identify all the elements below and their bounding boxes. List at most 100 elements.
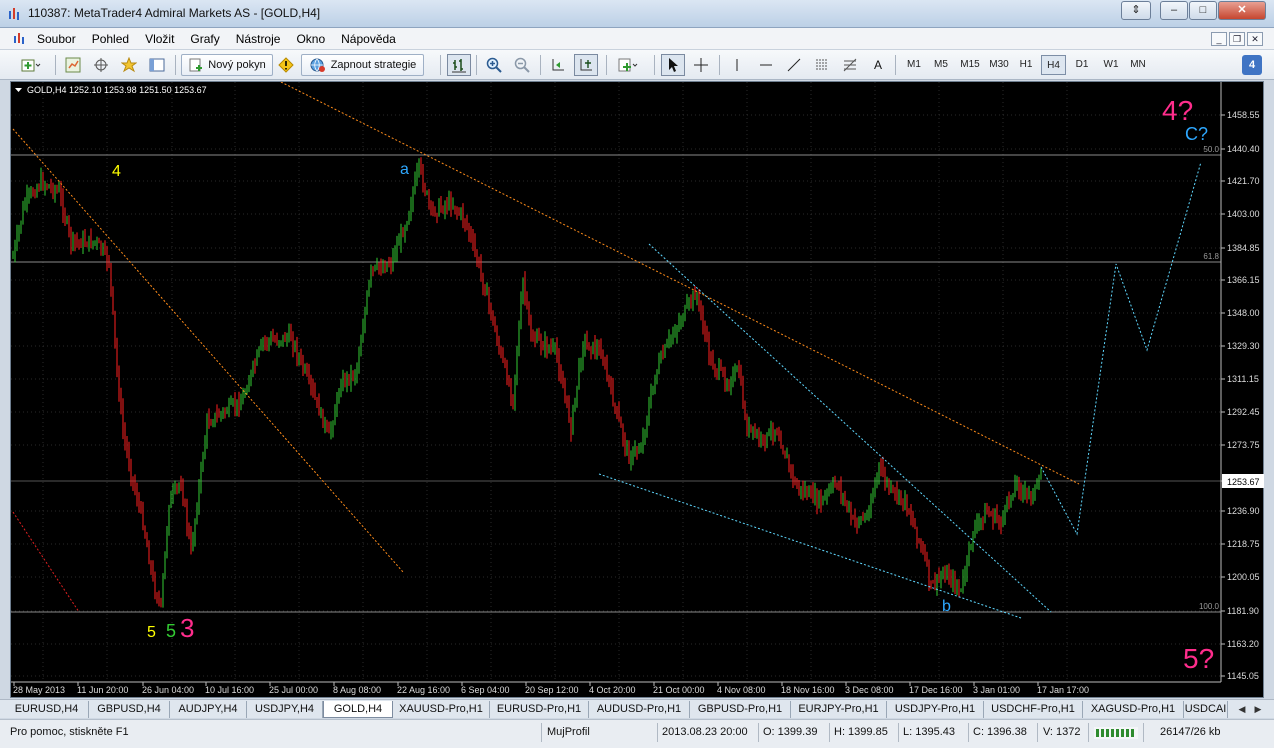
- menu-soubor[interactable]: Soubor: [30, 28, 85, 50]
- price-tick-label: 1181.90: [1227, 606, 1259, 616]
- wave-label-5-question: 5?: [1183, 643, 1214, 674]
- window-minimize-button[interactable]: –: [1160, 1, 1188, 20]
- wave-label-4-yellow: 4: [112, 163, 121, 180]
- zoom-out-button[interactable]: [511, 54, 533, 76]
- tab-scroll-right-icon[interactable]: ▶: [1252, 702, 1264, 716]
- status-separator: [657, 723, 658, 742]
- price-tick-label: 1348.00: [1227, 308, 1260, 318]
- tab-scroll-left-icon[interactable]: ◀: [1236, 702, 1248, 716]
- navigator-button[interactable]: [90, 54, 112, 76]
- metaeditor-button[interactable]: [275, 54, 297, 76]
- menu-vlozit[interactable]: Vložit: [138, 28, 183, 50]
- chart-menu-triangle-icon[interactable]: [15, 88, 22, 92]
- tab-audjpy-h4[interactable]: AUDJPY,H4: [170, 701, 247, 718]
- timeframe-h4-button[interactable]: H4: [1041, 55, 1066, 75]
- tab-gbpusd-pro-h1[interactable]: GBPUSD-Pro,H1: [690, 701, 791, 718]
- menu-grafy[interactable]: Grafy: [183, 28, 228, 50]
- tab-usdcad-partial[interactable]: USDCAI: [1184, 701, 1228, 718]
- timeframe-m15-button[interactable]: M15: [956, 55, 984, 75]
- timeframe-m5-button[interactable]: M5: [929, 55, 953, 75]
- channel-tool-button[interactable]: [811, 54, 833, 76]
- status-bar: Pro pomoc, stiskněte F1 MujProfil 2013.0…: [0, 719, 1274, 748]
- tab-xauusd-pro-h1[interactable]: XAUUSD-Pro,H1: [393, 701, 490, 718]
- favorites-button[interactable]: [118, 54, 140, 76]
- timeframe-d1-button[interactable]: D1: [1070, 55, 1094, 75]
- cyan-channel-lower: [598, 473, 1022, 619]
- market-watch-button[interactable]: [62, 54, 84, 76]
- red-trendline: [12, 511, 80, 613]
- tab-usdjpy-pro-h1[interactable]: USDJPY-Pro,H1: [887, 701, 984, 718]
- horizontal-line-icon: [760, 64, 772, 66]
- current-price-label: 1253.67: [1227, 477, 1260, 487]
- chart-minimize-button[interactable]: _: [1211, 32, 1227, 46]
- price-tick-label: 1366.15: [1227, 275, 1260, 285]
- price-tick-label: 1384.85: [1227, 243, 1260, 253]
- new-order-icon: [189, 58, 203, 72]
- timeframe-mn-button[interactable]: MN: [1126, 55, 1150, 75]
- time-tick-label: 11 Jun 20:00: [77, 685, 128, 695]
- tab-eurusd-h4[interactable]: EURUSD,H4: [5, 701, 89, 718]
- new-chart-button[interactable]: [14, 54, 48, 76]
- price-tick-label: 1458.55: [1227, 110, 1260, 120]
- zoom-in-button[interactable]: [483, 54, 505, 76]
- bar-chart-button[interactable]: [447, 54, 471, 76]
- price-chart[interactable]: 4 a 5 5 3 b 4? C? 5? 50.0 61.8 100.0 145…: [10, 81, 1264, 698]
- wave-label-c-question: C?: [1185, 124, 1208, 144]
- wave-label-5-yellow: 5: [147, 624, 156, 641]
- cursor-tool-button[interactable]: [661, 54, 685, 76]
- indicators-button[interactable]: [612, 54, 646, 76]
- price-tick-label: 1273.75: [1227, 440, 1260, 450]
- menu-okno[interactable]: Okno: [289, 28, 334, 50]
- price-tick-label: 1292.45: [1227, 407, 1260, 417]
- price-tick-label: 1218.75: [1227, 539, 1260, 549]
- terminal-button[interactable]: [146, 54, 168, 76]
- time-tick-label: 3 Jan 01:00: [973, 685, 1020, 695]
- window-maximize-button[interactable]: □: [1189, 1, 1217, 20]
- auto-scroll-button[interactable]: [547, 54, 569, 76]
- horizontal-line-tool-button[interactable]: [755, 54, 777, 76]
- tab-gbpusd-h4[interactable]: GBPUSD,H4: [89, 701, 170, 718]
- menu-napoveda[interactable]: Nápověda: [334, 28, 405, 50]
- new-order-button[interactable]: Nový pokyn: [181, 54, 273, 76]
- chart-canvas[interactable]: 4 a 5 5 3 b 4? C? 5? 50.0 61.8 100.0 145…: [11, 82, 1265, 699]
- tab-usdjpy-h4[interactable]: USDJPY,H4: [247, 701, 323, 718]
- timeframe-h1-button[interactable]: H1: [1014, 55, 1038, 75]
- wave-label-3: 3: [180, 613, 194, 643]
- status-separator: [541, 723, 542, 742]
- tab-usdchf-pro-h1[interactable]: USDCHF-Pro,H1: [984, 701, 1083, 718]
- chart-restore-button[interactable]: ❐: [1229, 32, 1245, 46]
- wave-label-a: a: [400, 161, 409, 178]
- tab-eurusd-pro-h1[interactable]: EURUSD-Pro,H1: [490, 701, 589, 718]
- timeframe-m1-button[interactable]: M1: [902, 55, 926, 75]
- help-badge-label: 4: [1248, 59, 1256, 71]
- chart-close-button[interactable]: ✕: [1247, 32, 1263, 46]
- text-tool-button[interactable]: A: [867, 54, 889, 76]
- timeframe-w1-button[interactable]: W1: [1098, 55, 1124, 75]
- timeframe-m30-button[interactable]: M30: [986, 55, 1012, 75]
- toolbar-separator: [175, 55, 176, 75]
- status-low: L: 1395.43: [903, 726, 955, 738]
- menu-nastroje[interactable]: Nástroje: [229, 28, 290, 50]
- window-restore-down-button[interactable]: ⇕: [1121, 1, 1151, 20]
- tab-audusd-pro-h1[interactable]: AUDUSD-Pro,H1: [589, 701, 690, 718]
- tab-gold-h4[interactable]: GOLD,H4: [323, 701, 393, 718]
- crosshair-tool-button[interactable]: [690, 54, 712, 76]
- fibonacci-tool-button[interactable]: [839, 54, 861, 76]
- vertical-line-tool-button[interactable]: [726, 54, 748, 76]
- toolbar-separator: [719, 55, 720, 75]
- status-profile[interactable]: MujProfil: [547, 725, 590, 740]
- menu-pohled[interactable]: Pohled: [85, 28, 138, 50]
- crosshair-icon: [694, 58, 708, 72]
- toolbar: Nový pokyn Zapnout strategie A M1 M5 M15…: [0, 50, 1274, 80]
- tab-xagusd-pro-h1[interactable]: XAGUSD-Pro,H1: [1083, 701, 1184, 718]
- toolbar-separator: [55, 55, 56, 75]
- autotrading-toggle[interactable]: Zapnout strategie: [301, 54, 424, 76]
- orange-trendline-upper: [280, 82, 1080, 485]
- tab-eurjpy-pro-h1[interactable]: EURJPY-Pro,H1: [791, 701, 887, 718]
- chart-shift-button[interactable]: [574, 54, 598, 76]
- chart-shift-icon: [580, 59, 592, 71]
- help-badge-button[interactable]: 4: [1242, 55, 1262, 75]
- chart-window-icon[interactable]: [12, 32, 26, 46]
- window-close-button[interactable]: ✕: [1218, 1, 1266, 20]
- trendline-tool-button[interactable]: [783, 54, 805, 76]
